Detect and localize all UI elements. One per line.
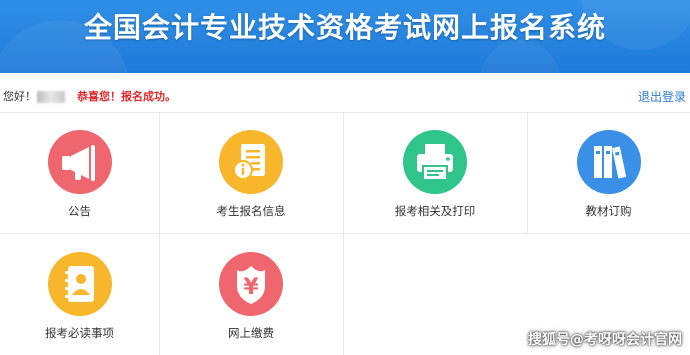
tile-label: 公告 (68, 204, 91, 218)
grid-divider (0, 233, 690, 234)
username-redacted (37, 91, 65, 103)
tile-announcement[interactable]: 公告 (0, 130, 159, 225)
tile-label: 报考相关及打印 (394, 204, 476, 218)
document-info-icon (219, 130, 283, 194)
svg-text:¥: ¥ (243, 275, 259, 300)
grid-divider (0, 112, 690, 113)
contact-book-icon (47, 252, 112, 316)
tile-online-payment[interactable]: ¥ 网上缴费 (159, 252, 343, 347)
header-banner: 全国会计专业技术资格考试网上报名系统 (0, 0, 690, 73)
tile-exam-printing[interactable]: 报考相关及打印 (343, 130, 527, 225)
printer-icon (403, 130, 467, 194)
logout-link[interactable]: 退出登录 (638, 86, 686, 108)
yuan-shield-icon: ¥ (219, 252, 283, 316)
watermark-text: 搜狐号@考呀呀会计官网 (528, 332, 682, 348)
tile-label: 教材订购 (585, 204, 632, 218)
tile-exam-notes[interactable]: 报考必读事项 (0, 252, 159, 347)
greeting-text: 您好！ (3, 90, 36, 103)
tile-applicant-info[interactable]: 考生报名信息 (159, 130, 343, 225)
megaphone-icon (47, 130, 112, 194)
welcome-bar: 您好！ 恭喜您！报名成功。 退出登录 (0, 86, 690, 108)
success-message: 恭喜您！报名成功。 (77, 90, 176, 103)
tile-label: 考生报名信息 (216, 204, 286, 218)
tile-label: 网上缴费 (228, 326, 274, 340)
page-title: 全国会计专业技术资格考试网上报名系统 (83, 11, 606, 44)
tile-label: 报考必读事项 (45, 326, 114, 340)
tile-textbook-order[interactable]: 教材订购 (527, 130, 690, 225)
books-icon (576, 130, 641, 194)
